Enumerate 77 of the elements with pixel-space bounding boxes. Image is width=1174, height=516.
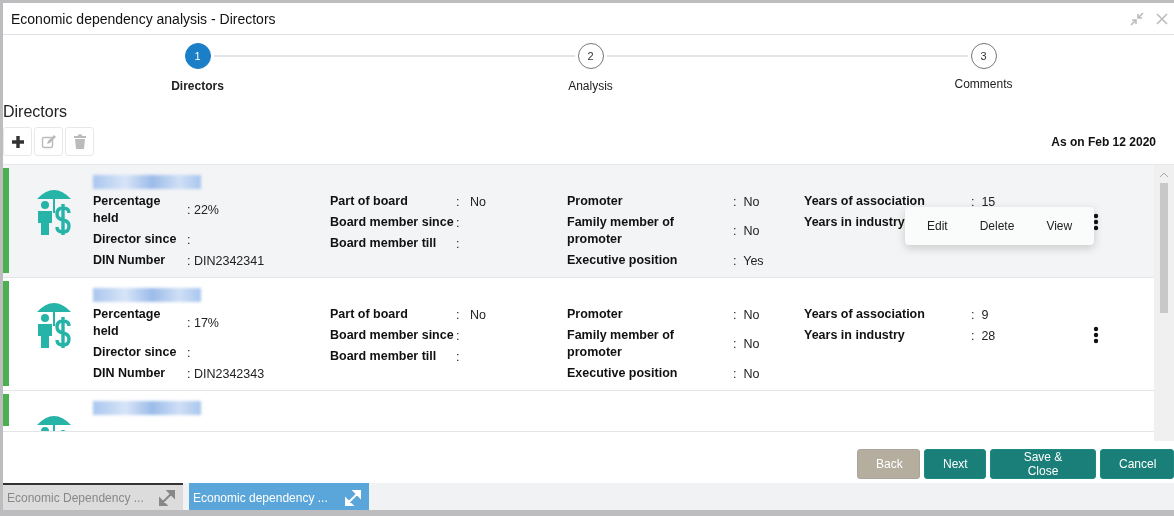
step-label[interactable]: Directors: [171, 79, 224, 93]
task-label[interactable]: Economic Dependency ...: [7, 490, 144, 505]
field-label: Percentage held: [93, 193, 162, 227]
field-value: :: [187, 232, 192, 247]
field-label: Director since: [93, 344, 177, 361]
window-title: Economic dependency analysis - Directors: [11, 10, 276, 27]
footer-button[interactable]: Next: [924, 449, 986, 479]
field-value: : No: [733, 337, 761, 351]
field-value: : DIN2342343: [187, 366, 266, 381]
step-number[interactable]: 2: [577, 43, 604, 69]
task-label[interactable]: Economic dependency ...: [193, 490, 328, 505]
field-value: : 17%: [187, 316, 220, 330]
field-label: Promoter: [567, 306, 623, 323]
field-value: : No: [733, 307, 761, 322]
scrollbar[interactable]: [1154, 165, 1174, 441]
field-label: Director since: [93, 231, 177, 248]
field-value: :: [456, 349, 461, 364]
field-value: : 22%: [187, 203, 220, 217]
field-value: : 9: [971, 307, 990, 322]
field-value: : No: [733, 366, 761, 381]
field-label: Years of association: [804, 306, 925, 323]
trash-icon: [72, 133, 87, 150]
field-label: Executive position: [567, 252, 678, 269]
field-label: Percentage held: [93, 306, 162, 340]
field-label: DIN Number: [93, 365, 166, 382]
field-label: Years of association: [804, 193, 925, 210]
footer-button[interactable]: Save & Close: [990, 449, 1096, 479]
field-label: Part of board: [330, 193, 408, 210]
field-value: : No: [733, 224, 761, 238]
field-value: : No: [456, 307, 487, 322]
field-label: Board member since: [330, 214, 454, 231]
field-value: : 28: [971, 328, 997, 343]
director-card[interactable]: [3, 165, 1154, 278]
field-label: Board member till: [330, 235, 437, 252]
add-button[interactable]: [3, 127, 32, 156]
step-number[interactable]: 3: [970, 43, 997, 69]
field-label: Years in industry: [804, 214, 905, 231]
field-value: : No: [456, 194, 487, 209]
expand-icon[interactable]: [159, 489, 175, 506]
more-options-icon[interactable]: [1093, 326, 1099, 344]
task-tab[interactable]: Economic dependency ...: [189, 483, 369, 510]
minimize-icon[interactable]: [1130, 11, 1144, 26]
edit-icon: [40, 133, 57, 150]
field-label: Executive position: [567, 365, 678, 382]
field-label: Board member since: [330, 327, 454, 344]
field-label: Family member of promoter: [567, 327, 675, 361]
scroll-up-icon[interactable]: [1159, 171, 1169, 179]
field-value: : Yes: [733, 253, 765, 268]
field-value: :: [187, 345, 192, 360]
task-tab[interactable]: Economic Dependency ...: [3, 483, 183, 510]
menu-item[interactable]: Edit: [911, 219, 964, 233]
field-value: :: [456, 328, 461, 343]
field-value: :: [456, 236, 461, 251]
plus-icon: [10, 134, 25, 149]
field-label: Board member till: [330, 348, 437, 365]
as-on-date: As on Feb 12 2020: [1051, 134, 1156, 149]
field-label: Years in industry: [804, 327, 905, 344]
footer-button[interactable]: Cancel: [1100, 449, 1174, 479]
director-card[interactable]: [3, 278, 1154, 391]
field-value: : 15: [971, 194, 997, 209]
menu-item[interactable]: Delete: [963, 219, 1031, 233]
menu-item[interactable]: View: [1030, 219, 1089, 233]
step-number[interactable]: 1: [184, 43, 211, 69]
field-label: Promoter: [567, 193, 623, 210]
scroll-thumb[interactable]: [1160, 183, 1168, 313]
field-label: DIN Number: [93, 252, 166, 269]
field-value: : DIN2342341: [187, 253, 266, 268]
more-options-icon[interactable]: [1093, 213, 1099, 231]
field-value: :: [456, 215, 461, 230]
close-icon[interactable]: [1156, 12, 1168, 25]
step-label[interactable]: Analysis: [568, 79, 613, 93]
section-title: Directors: [3, 103, 68, 121]
field-label: Part of board: [330, 306, 408, 323]
field-value: : No: [733, 194, 761, 209]
field-label: Family member of promoter: [567, 214, 675, 248]
card-accent-bar: [3, 394, 9, 426]
step-label[interactable]: Comments: [954, 77, 1013, 91]
